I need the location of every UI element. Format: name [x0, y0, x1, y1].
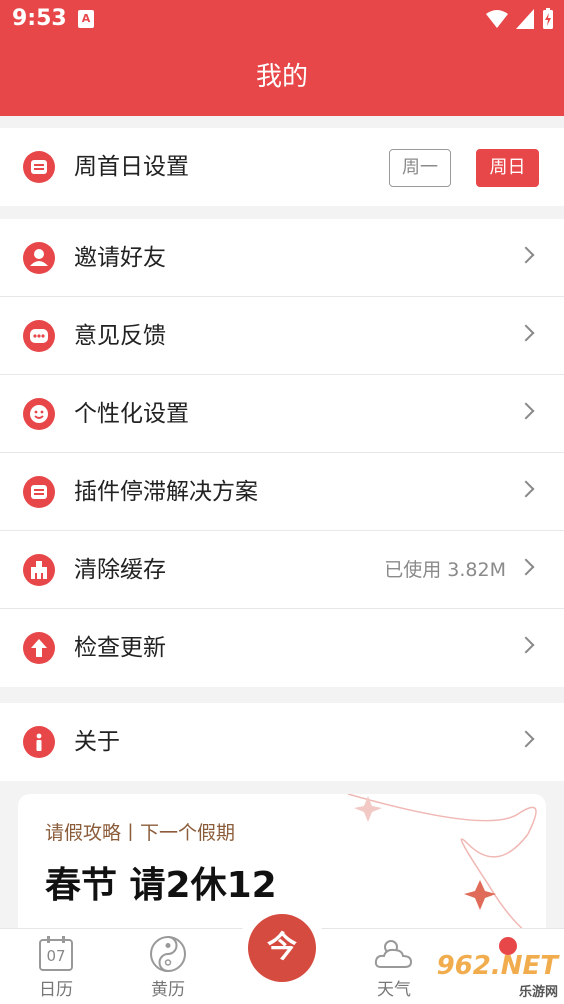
menu-item-about[interactable]: 关于 — [0, 703, 564, 781]
user-icon — [23, 242, 55, 274]
menu-item-widget-fix[interactable]: 插件停滞解决方案 — [0, 453, 564, 531]
calendar-list-icon — [23, 151, 55, 183]
menu-item-label: 意见反馈 — [74, 323, 166, 349]
menu-item-label: 关于 — [74, 729, 120, 755]
cache-size: 已使用 3.82M — [384, 559, 506, 581]
chevron-right-icon — [517, 480, 535, 498]
signal-icon — [516, 9, 534, 29]
chevron-right-icon — [517, 558, 535, 576]
weather-icon — [374, 940, 413, 968]
week-start-group: 周首日设置 周一 周日 — [0, 128, 564, 206]
info-icon — [23, 726, 55, 758]
holiday-subtitle: 请假攻略丨下一个假期 — [45, 822, 236, 844]
chevron-right-icon — [517, 402, 535, 420]
tab-today-button[interactable]: 今 — [248, 914, 316, 982]
wifi-icon — [486, 10, 508, 28]
status-bar: 9:53 A — [0, 0, 564, 38]
menu-item-label: 邀请好友 — [74, 245, 166, 271]
menu-item-label: 清除缓存 — [74, 557, 166, 583]
battery-icon — [543, 8, 553, 29]
chat-icon — [23, 320, 55, 352]
week-start-row: 周首日设置 周一 周日 — [0, 128, 564, 206]
tab-label: 黄历 — [151, 980, 185, 1000]
watermark-sub: 乐游网 — [518, 985, 558, 1000]
arrow-up-icon — [23, 632, 55, 664]
system-icons — [486, 8, 554, 30]
week-start-label: 周首日设置 — [74, 154, 189, 180]
notification-icon: A — [78, 10, 94, 28]
smile-icon — [23, 398, 55, 430]
widget-icon — [23, 476, 55, 508]
holiday-headline: 春节 请2休12 — [45, 865, 277, 906]
app-bar: 我的 — [0, 38, 564, 116]
menu-item-invite[interactable]: 邀请好友 — [0, 219, 564, 297]
menu-item-check-update[interactable]: 检查更新 — [0, 609, 564, 687]
tab-almanac[interactable]: 黄历 — [128, 929, 208, 1004]
tab-label: 日历 — [39, 980, 73, 1000]
week-start-sunday-button[interactable]: 周日 — [476, 149, 539, 187]
tab-today-wrapper: 今 — [238, 904, 326, 992]
tab-label: 天气 — [377, 980, 411, 1000]
menu-item-label: 插件停滞解决方案 — [74, 479, 258, 505]
menu-item-label: 检查更新 — [74, 635, 166, 661]
watermark-text: 962.NET — [436, 951, 558, 981]
status-time: 9:53 — [12, 6, 67, 31]
yinyang-icon — [150, 936, 186, 972]
chevron-right-icon — [517, 730, 535, 748]
tab-weather[interactable]: 天气 — [354, 929, 434, 1004]
page-title: 我的 — [255, 62, 308, 92]
tab-calendar[interactable]: 07 日历 — [16, 929, 96, 1004]
menu-item-label: 个性化设置 — [74, 401, 189, 427]
settings-menu: 邀请好友 意见反馈 个性化设置 插件停滞解决方案 清除缓存 已使用 3.82M — [0, 219, 564, 687]
chevron-right-icon — [517, 324, 535, 342]
watermark-logo: 962.NET 乐游网 — [437, 951, 558, 1000]
menu-item-personalize[interactable]: 个性化设置 — [0, 375, 564, 453]
menu-item-clear-cache[interactable]: 清除缓存 已使用 3.82M — [0, 531, 564, 609]
about-group: 关于 — [0, 703, 564, 781]
broom-icon — [23, 554, 55, 586]
calendar-day: 07 — [46, 947, 66, 965]
week-start-monday-button[interactable]: 周一 — [389, 149, 451, 187]
chevron-right-icon — [517, 636, 535, 654]
menu-item-feedback[interactable]: 意见反馈 — [0, 297, 564, 375]
chevron-right-icon — [517, 246, 535, 264]
